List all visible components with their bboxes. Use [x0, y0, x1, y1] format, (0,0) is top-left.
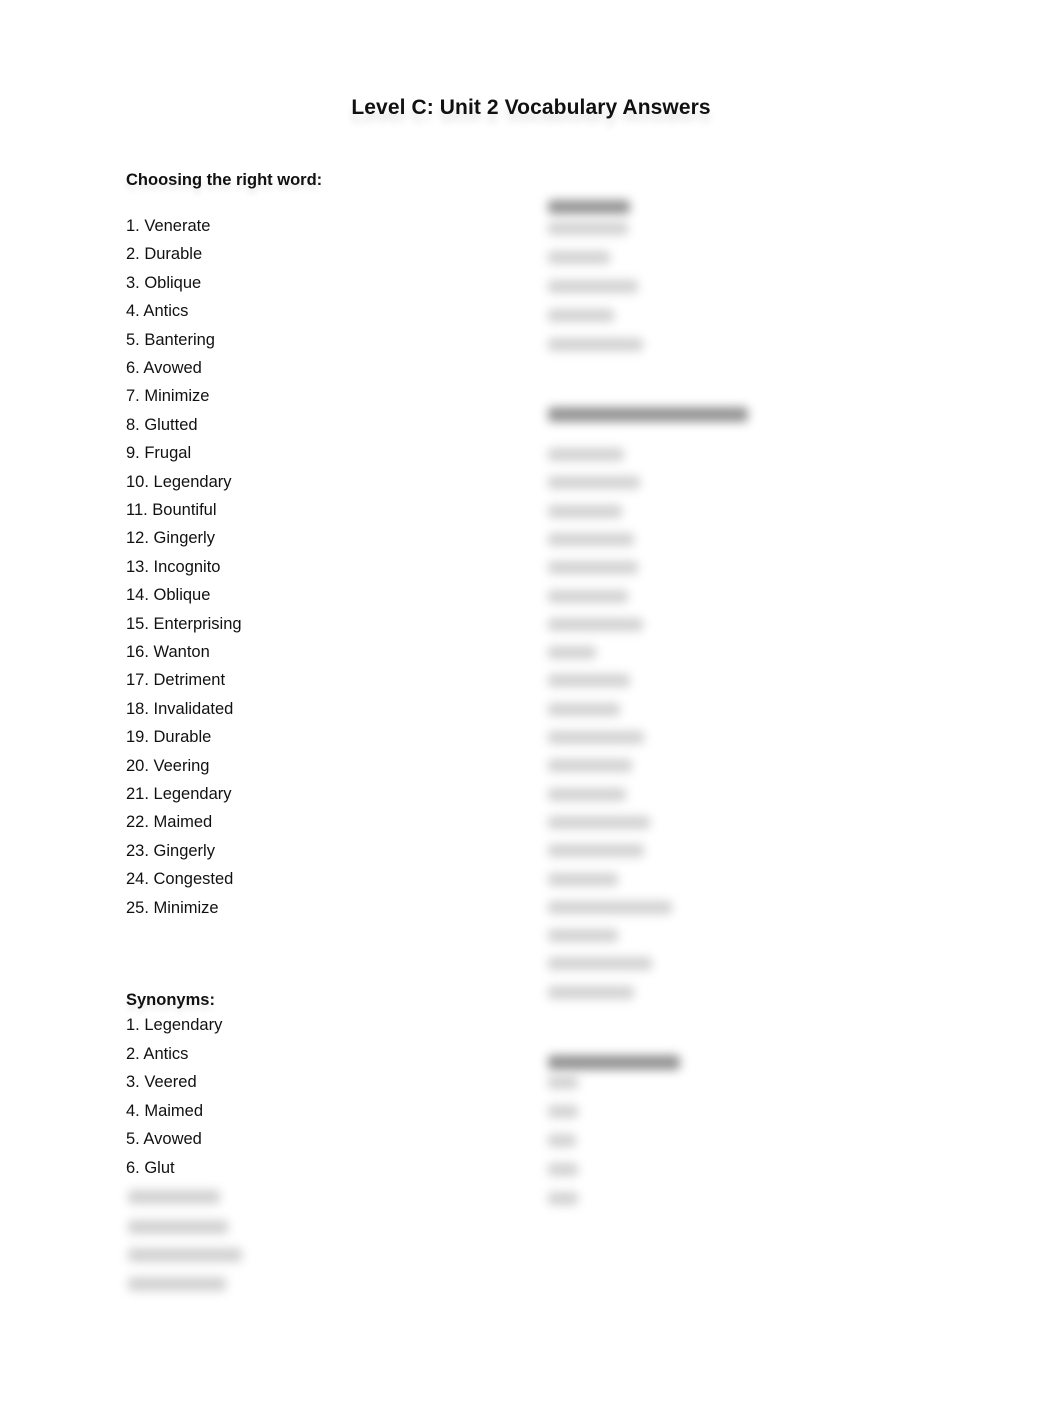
- list-item: 20. Veering: [126, 756, 210, 775]
- blurred-text-line: [548, 1192, 578, 1205]
- blurred-text-line: [548, 702, 620, 716]
- blurred-text-line: [128, 1190, 220, 1204]
- list-item: 3. Oblique: [126, 273, 202, 292]
- list-item: 14. Oblique: [126, 586, 211, 605]
- list-item: 23. Gingerly: [126, 841, 215, 860]
- list-item: 13. Incognito: [126, 557, 221, 576]
- list-item: 2. Durable: [126, 245, 203, 264]
- list-item: 9. Frugal: [126, 444, 192, 463]
- blurred-text-line: [128, 1277, 226, 1291]
- list-item: 17. Detriment: [126, 671, 226, 690]
- list-item: 7. Minimize: [126, 387, 210, 406]
- blurred-text-line: [548, 674, 630, 688]
- page-title: Level C: Unit 2 Vocabulary Answers: [351, 96, 711, 119]
- blurred-text-line: [548, 617, 643, 631]
- blurred-text-line: [548, 309, 614, 322]
- list-item: 5. Avowed: [126, 1130, 202, 1149]
- blurred-section-heading: [548, 407, 748, 422]
- blurred-text-line: [548, 731, 644, 744]
- list-item: 24. Congested: [126, 870, 234, 889]
- list-item: 6. Avowed: [126, 359, 202, 377]
- blurred-text-line: [548, 985, 634, 999]
- blurred-text-line: [548, 222, 628, 235]
- list-item: 2. Antics: [126, 1044, 189, 1063]
- blurred-section-heading: [548, 200, 630, 214]
- blurred-text-line: [548, 1105, 578, 1118]
- list-item: 4. Maimed: [126, 1101, 204, 1120]
- blurred-text-line: [548, 1163, 578, 1176]
- blurred-text-line: [548, 957, 652, 971]
- blurred-text-line: [548, 759, 632, 773]
- blurred-text-line: [548, 589, 628, 603]
- list-item: 1. Venerate: [126, 217, 211, 235]
- blurred-text-line: [548, 900, 672, 914]
- choosing-the-right-word-heading: Choosing the right word:: [126, 171, 323, 189]
- blurred-text-line: [548, 844, 644, 858]
- blurred-text-line: [548, 561, 638, 575]
- blurred-text-line: [548, 338, 643, 351]
- blurred-section-heading: [548, 1055, 680, 1070]
- list-item: 21. Legendary: [126, 785, 232, 803]
- blurred-text-line: [548, 929, 618, 943]
- blurred-text-line: [548, 787, 626, 801]
- blurred-text-line: [548, 1134, 576, 1147]
- blurred-text-line: [548, 815, 650, 829]
- list-item: 10. Legendary: [126, 472, 232, 491]
- list-item: 3. Veered: [126, 1073, 197, 1092]
- blurred-text-line: [548, 532, 634, 546]
- list-item: 5. Bantering: [126, 330, 215, 349]
- blurred-text-line: [548, 280, 638, 293]
- blurred-text-line: [548, 448, 624, 461]
- list-item: 8. Glutted: [126, 415, 198, 434]
- blurred-text-line: [548, 872, 618, 886]
- list-item: 18. Invalidated: [126, 699, 234, 718]
- list-item: 25. Minimize: [126, 898, 219, 917]
- list-item: 1. Legendary: [126, 1016, 223, 1034]
- list-item: 15. Enterprising: [126, 614, 242, 633]
- blurred-text-line: [548, 646, 596, 660]
- blurred-text-line: [548, 504, 622, 518]
- blurred-text-line: [548, 476, 640, 490]
- list-item: 16. Wanton: [126, 643, 210, 661]
- blurred-text-line: [548, 251, 610, 264]
- blurred-text-line: [548, 1076, 578, 1089]
- list-item: 11. Bountiful: [126, 501, 217, 519]
- list-item: 12. Gingerly: [126, 529, 215, 548]
- blurred-text-line: [128, 1220, 228, 1234]
- synonyms-heading: Synonyms:: [126, 991, 215, 1009]
- list-item: 19. Durable: [126, 728, 212, 747]
- list-item: 6. Glut: [126, 1159, 175, 1177]
- list-item: 4. Antics: [126, 302, 189, 321]
- blurred-text-line: [128, 1248, 242, 1262]
- list-item: 22. Maimed: [126, 813, 213, 832]
